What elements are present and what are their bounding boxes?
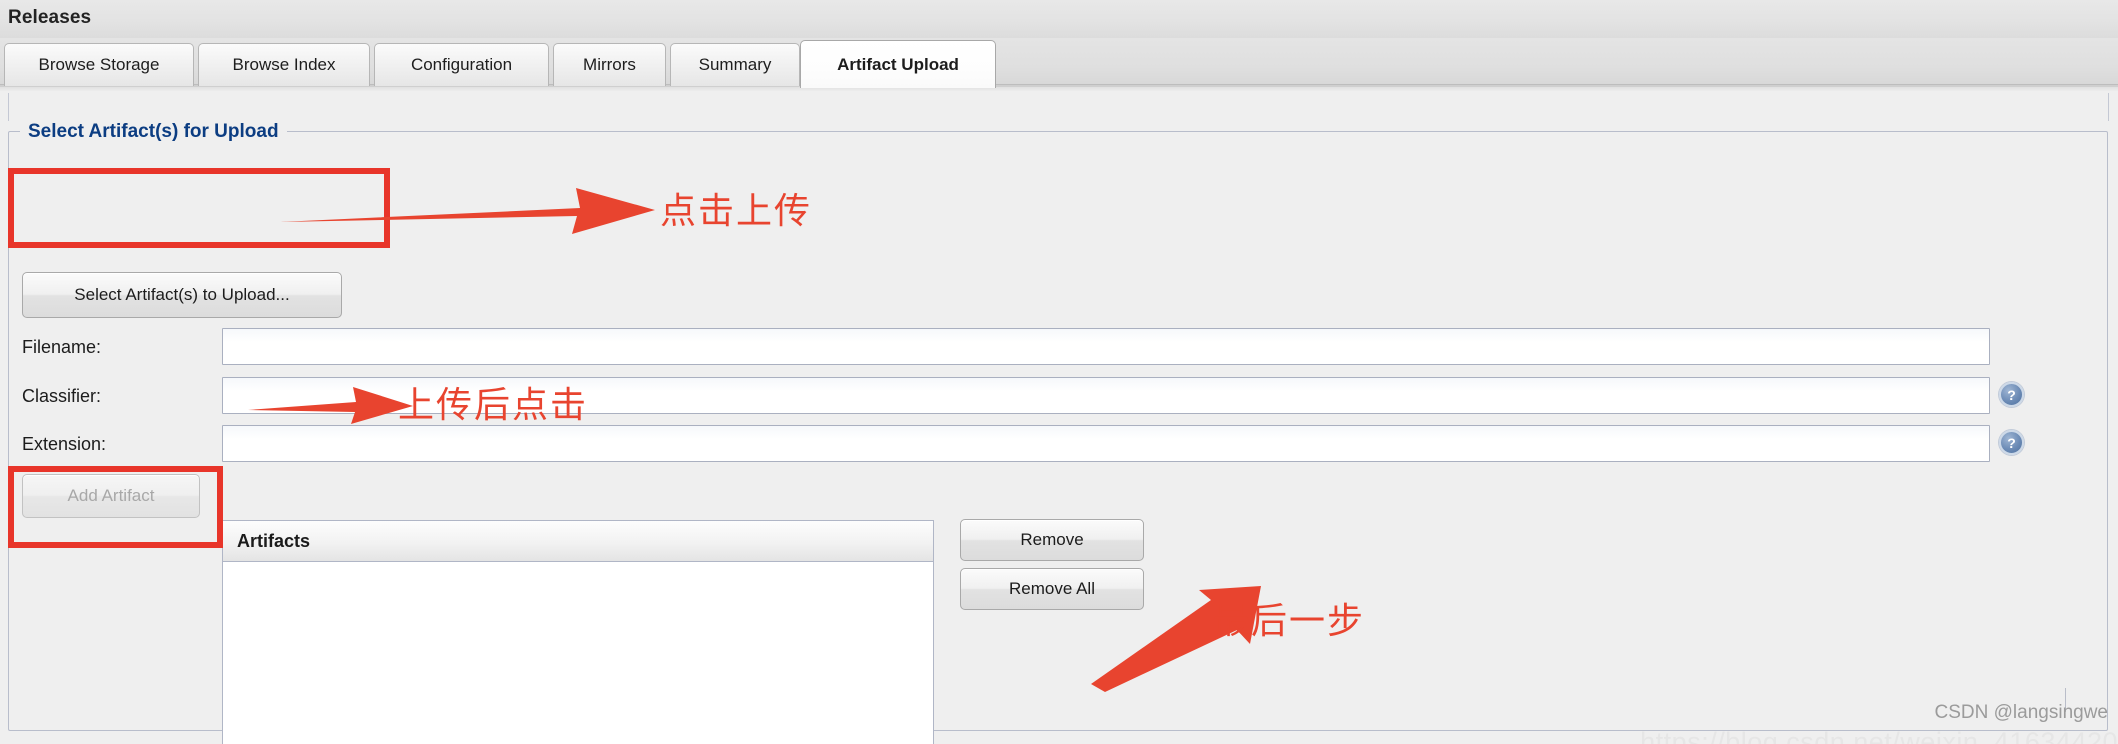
remove-all-button[interactable]: Remove All xyxy=(960,568,1144,610)
tab-browse-storage[interactable]: Browse Storage xyxy=(4,43,194,86)
annotation-note-after-upload-click: 上传后点击 xyxy=(398,385,589,426)
content-top-strip xyxy=(0,87,2118,91)
classifier-label: Classifier: xyxy=(22,386,102,406)
help-glyph: ? xyxy=(2007,386,2016,403)
extension-help-icon[interactable]: ? xyxy=(1999,430,2024,455)
tab-configuration[interactable]: Configuration xyxy=(374,43,549,86)
remove-all-button-label: Remove All xyxy=(1009,579,1095,598)
app-window: Releases Browse Storage Browse Index Con… xyxy=(0,0,2118,744)
artifacts-table-header: Artifacts xyxy=(223,521,933,562)
filename-input[interactable] xyxy=(222,328,1990,365)
tab-content-panel: Select Artifact(s) for Upload Select Art… xyxy=(0,87,2118,744)
add-artifact-button[interactable]: Add Artifact xyxy=(22,474,200,518)
tab-label: Browse Storage xyxy=(38,55,160,74)
artifacts-list-panel[interactable]: Artifacts xyxy=(222,520,934,744)
remove-button-label: Remove xyxy=(1020,530,1084,549)
content-left-rule xyxy=(8,93,9,121)
select-artifacts-button[interactable]: Select Artifact(s) to Upload... xyxy=(22,272,342,318)
tab-mirrors[interactable]: Mirrors xyxy=(553,43,666,86)
tab-label: Artifact Upload xyxy=(837,54,959,74)
content-right-rule xyxy=(2108,93,2109,121)
page-title: Releases xyxy=(8,7,92,28)
tab-bar: Browse Storage Browse Index Configuratio… xyxy=(0,38,2118,88)
watermark-csdn-author: CSDN @langsingwe xyxy=(1934,702,2108,723)
filename-label: Filename: xyxy=(22,337,102,357)
extension-label: Extension: xyxy=(22,434,107,454)
groupbox-legend: Select Artifact(s) for Upload xyxy=(20,121,287,143)
tab-label: Configuration xyxy=(410,55,513,74)
extension-input[interactable] xyxy=(222,425,1990,462)
annotation-note-final-step: 最后一步 xyxy=(1213,601,1366,642)
select-artifacts-button-label: Select Artifact(s) to Upload... xyxy=(74,285,290,304)
window-titlebar: Releases xyxy=(0,0,2118,39)
artifacts-table-body[interactable] xyxy=(223,562,933,744)
tab-label: Mirrors xyxy=(583,55,636,74)
classifier-help-icon[interactable]: ? xyxy=(1999,382,2024,407)
annotation-note-click-upload: 点击上传 xyxy=(660,191,813,232)
tab-browse-index[interactable]: Browse Index xyxy=(198,43,370,86)
tab-artifact-upload[interactable]: Artifact Upload xyxy=(800,40,996,88)
help-glyph: ? xyxy=(2007,434,2016,451)
artifacts-column-header: Artifacts xyxy=(237,530,311,551)
tab-summary[interactable]: Summary xyxy=(670,43,800,86)
remove-button[interactable]: Remove xyxy=(960,519,1144,561)
add-artifact-button-label: Add Artifact xyxy=(67,486,155,505)
watermark-url: https://blog.csdn.net/weixin_41634420 xyxy=(1640,727,2118,744)
tab-label: Browse Index xyxy=(232,55,336,74)
tab-label: Summary xyxy=(698,55,772,74)
